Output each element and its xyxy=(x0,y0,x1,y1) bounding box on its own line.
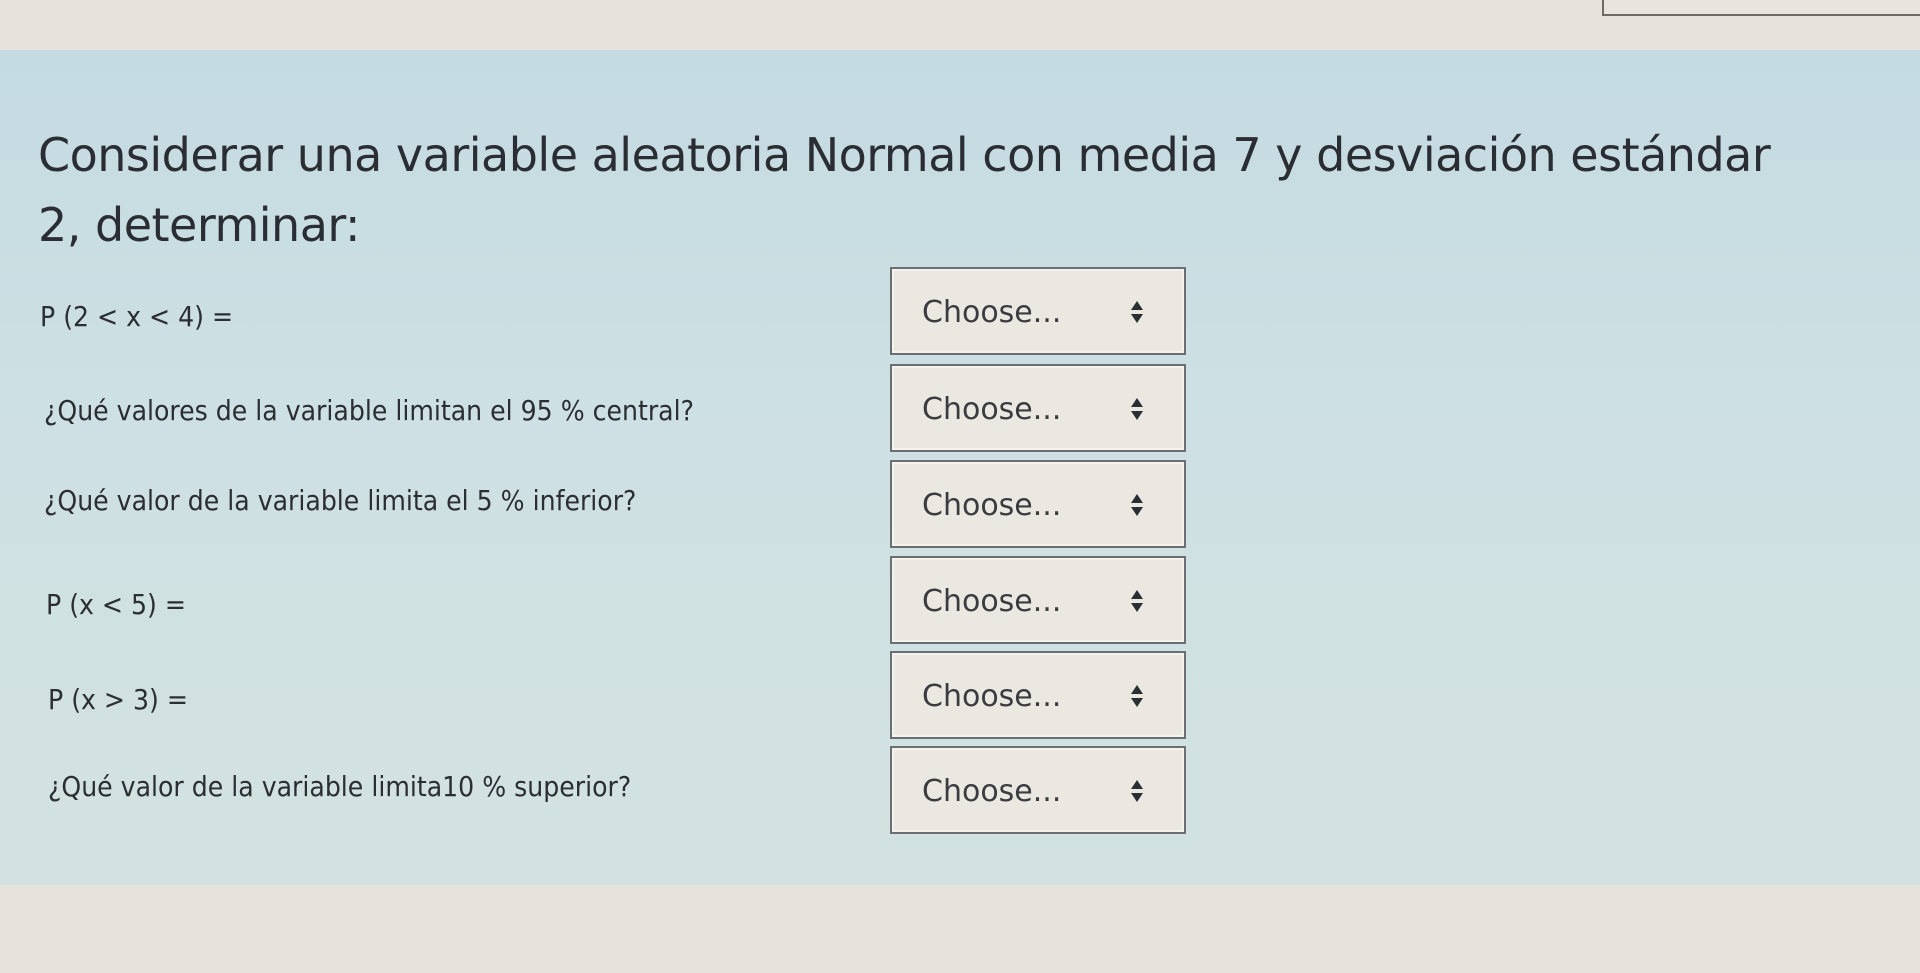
question-intro: Considerar una variable aleatoria Normal… xyxy=(38,120,1838,260)
updown-arrows-icon xyxy=(1130,776,1144,806)
select-value: Choose... xyxy=(922,774,1062,809)
select-value: Choose... xyxy=(922,392,1062,427)
answer-select[interactable]: Choose... xyxy=(890,267,1186,355)
select-value: Choose... xyxy=(922,679,1062,714)
answer-select[interactable]: Choose... xyxy=(890,556,1186,644)
select-value: Choose... xyxy=(922,584,1062,619)
question-row: ¿Qué valores de la variable limitan el 9… xyxy=(0,364,1200,454)
updown-arrows-icon xyxy=(1130,586,1144,616)
top-right-box xyxy=(1602,0,1920,16)
intro-line-2: 2, determinar: xyxy=(38,198,361,252)
answer-select[interactable]: Choose... xyxy=(890,364,1186,452)
question-label: ¿Qué valores de la variable limitan el 9… xyxy=(44,394,694,427)
answer-select[interactable]: Choose... xyxy=(890,746,1186,834)
question-row: P (x > 3) = Choose... xyxy=(0,651,1200,741)
question-row: P (x < 5) = Choose... xyxy=(0,556,1200,646)
answer-select[interactable]: Choose... xyxy=(890,651,1186,739)
select-value: Choose... xyxy=(922,295,1062,330)
updown-arrows-icon xyxy=(1130,297,1144,327)
question-label: P (x > 3) = xyxy=(48,683,188,716)
question-row: P (2 < x < 4) = Choose... xyxy=(0,267,1200,357)
question-row: ¿Qué valor de la variable limita10 % sup… xyxy=(0,746,1200,836)
updown-arrows-icon xyxy=(1130,681,1144,711)
question-label: P (x < 5) = xyxy=(46,588,186,621)
question-row: ¿Qué valor de la variable limita el 5 % … xyxy=(0,460,1200,550)
select-value: Choose... xyxy=(922,488,1062,523)
updown-arrows-icon xyxy=(1130,490,1144,520)
question-label: ¿Qué valor de la variable limita el 5 % … xyxy=(44,484,637,517)
updown-arrows-icon xyxy=(1130,394,1144,424)
question-label: P (2 < x < 4) = xyxy=(40,300,234,333)
question-label: ¿Qué valor de la variable limita10 % sup… xyxy=(48,770,632,803)
answer-select[interactable]: Choose... xyxy=(890,460,1186,548)
intro-line-1: Considerar una variable aleatoria Normal… xyxy=(38,128,1771,182)
